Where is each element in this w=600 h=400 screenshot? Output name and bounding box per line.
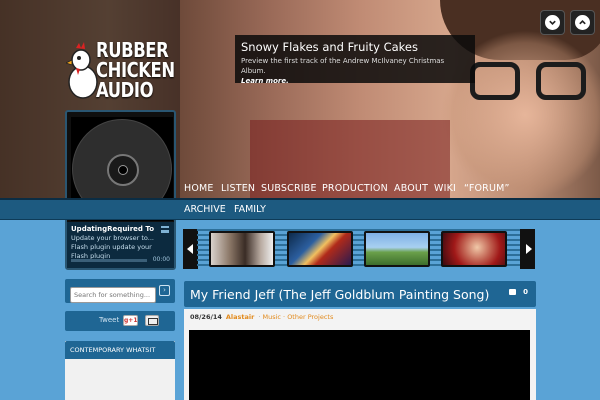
comment-icon[interactable]: [509, 289, 516, 295]
social-box: Tweet g+1: [65, 311, 175, 331]
comment-count[interactable]: 0: [523, 288, 528, 296]
player-info: UpdatingRequired To Update your browser …: [67, 222, 174, 268]
player-title: UpdatingRequired To: [71, 225, 155, 233]
nav-archive[interactable]: ARCHIVE: [184, 204, 226, 215]
nav-family[interactable]: FAMILY: [234, 204, 266, 215]
email-icon[interactable]: [145, 315, 159, 326]
arrow-left-icon: [186, 244, 193, 254]
post-header: My Friend Jeff (The Jeff Goldblum Painti…: [184, 281, 536, 307]
video-embed[interactable]: [189, 330, 530, 400]
post-title[interactable]: My Friend Jeff (The Jeff Goldblum Painti…: [190, 287, 489, 302]
carousel-prev-button[interactable]: [183, 229, 198, 269]
post-carousel: [183, 229, 535, 269]
carousel-thumb-4[interactable]: [441, 231, 507, 267]
gplus-button[interactable]: g+1: [123, 315, 138, 326]
logo-text: RUBBER CHICKEN AUDIO: [96, 38, 175, 102]
contemporary-whatsit-widget: CONTEMPORARY WHATSIT: [65, 341, 175, 400]
tweet-button[interactable]: Tweet: [99, 316, 119, 324]
search-arrow-icon[interactable]: ›: [159, 285, 170, 296]
nav-home[interactable]: HOME: [184, 183, 214, 194]
player-progress[interactable]: [71, 259, 147, 262]
arrow-right-icon: [525, 244, 532, 254]
carousel-next-button[interactable]: [520, 229, 535, 269]
carousel-thumb-1[interactable]: [209, 231, 275, 267]
post-body: 08/26/14 Alastair · Music · Other Projects: [184, 309, 536, 400]
featured-title[interactable]: Snowy Flakes and Fruity Cakes: [241, 40, 469, 54]
sub-nav: ARCHIVE FAMILY: [0, 198, 600, 220]
nav-wiki[interactable]: WIKI: [434, 183, 456, 194]
nav-production[interactable]: PRODUCTION: [322, 183, 388, 194]
playlist-icon[interactable]: [161, 226, 169, 233]
post-meta: 08/26/14 Alastair · Music · Other Projects: [190, 313, 334, 321]
search-box: ›: [65, 279, 175, 303]
expand-header-button[interactable]: [570, 10, 595, 35]
nav-about[interactable]: ABOUT: [394, 183, 428, 194]
carousel-thumb-2[interactable]: [287, 231, 353, 267]
post-date: 08/26/14: [190, 313, 222, 321]
nav-listen[interactable]: LISTEN: [221, 183, 255, 194]
main-nav: HOME LISTEN SUBSCRIBE PRODUCTION ABOUT W…: [0, 180, 600, 198]
photo-glasses: [470, 62, 588, 106]
rubber-chicken-icon: [66, 42, 98, 99]
featured-description: Preview the first track of the Andrew Mc…: [241, 57, 445, 75]
collapse-header-button[interactable]: [540, 10, 565, 35]
chevron-up-icon: [579, 20, 586, 25]
search-input[interactable]: [70, 287, 156, 303]
nav-subscribe[interactable]: SUBSCRIBE: [261, 183, 317, 194]
chevron-down-icon: [549, 20, 556, 25]
learn-more-link[interactable]: Learn more.: [241, 76, 469, 86]
carousel-thumb-3[interactable]: [364, 231, 430, 267]
featured-post-box[interactable]: Snowy Flakes and Fruity Cakes Preview th…: [235, 35, 475, 86]
post-author[interactable]: Alastair: [226, 313, 254, 321]
site-logo[interactable]: RUBBER CHICKEN AUDIO: [66, 40, 182, 102]
post-categories[interactable]: Music · Other Projects: [263, 313, 334, 321]
nav-forum[interactable]: “FORUM”: [464, 183, 510, 194]
player-time: 00:00: [152, 256, 170, 263]
widget-title: CONTEMPORARY WHATSIT: [65, 341, 175, 359]
